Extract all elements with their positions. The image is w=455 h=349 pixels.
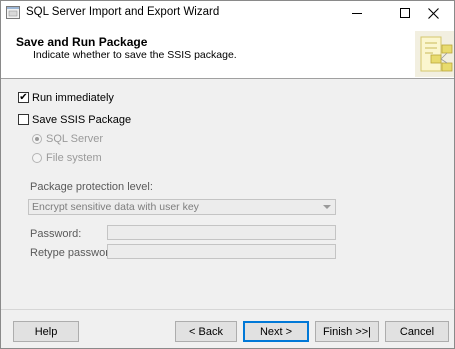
password-field[interactable] bbox=[107, 225, 336, 240]
save-ssis-package-label: Save SSIS Package bbox=[32, 114, 132, 126]
checkmark-icon: ✔ bbox=[19, 91, 28, 103]
page-subtitle: Indicate whether to save the SSIS packag… bbox=[33, 49, 237, 61]
back-button[interactable]: < Back bbox=[175, 321, 237, 342]
protection-level-combo[interactable]: Encrypt sensitive data with user key bbox=[28, 199, 336, 215]
run-immediately-label: Run immediately bbox=[32, 92, 114, 104]
file-system-radio[interactable] bbox=[32, 153, 42, 163]
footer-divider bbox=[1, 309, 454, 310]
sql-server-label: SQL Server bbox=[46, 133, 104, 145]
close-button[interactable] bbox=[413, 1, 453, 25]
wizard-header: Save and Run Package Indicate whether to… bbox=[1, 25, 454, 79]
retype-password-field[interactable] bbox=[107, 244, 336, 259]
minimize-button[interactable] bbox=[337, 1, 377, 25]
file-system-label: File system bbox=[46, 152, 102, 164]
retype-password-label: Retype password: bbox=[30, 247, 119, 259]
close-icon bbox=[427, 7, 439, 19]
protection-level-value: Encrypt sensitive data with user key bbox=[32, 201, 199, 213]
run-immediately-checkbox[interactable]: ✔ bbox=[18, 92, 29, 103]
window-title: SQL Server Import and Export Wizard bbox=[26, 6, 220, 18]
title-bar: SQL Server Import and Export Wizard bbox=[1, 1, 454, 25]
maximize-icon bbox=[400, 8, 410, 18]
wizard-window: SQL Server Import and Export Wizard Save… bbox=[0, 0, 455, 349]
package-header-graphic bbox=[415, 31, 454, 77]
sql-server-radio[interactable] bbox=[32, 134, 42, 144]
wizard-app-icon bbox=[6, 6, 20, 19]
chevron-down-icon bbox=[323, 205, 331, 209]
next-button[interactable]: Next > bbox=[243, 321, 309, 342]
save-ssis-package-checkbox[interactable] bbox=[18, 114, 29, 125]
page-title: Save and Run Package bbox=[16, 35, 148, 49]
protection-level-label: Package protection level: bbox=[30, 181, 153, 193]
minimize-icon bbox=[352, 12, 362, 14]
password-label: Password: bbox=[30, 228, 82, 240]
help-button[interactable]: Help bbox=[13, 321, 79, 342]
finish-button[interactable]: Finish >>| bbox=[315, 321, 379, 342]
cancel-button[interactable]: Cancel bbox=[385, 321, 449, 342]
